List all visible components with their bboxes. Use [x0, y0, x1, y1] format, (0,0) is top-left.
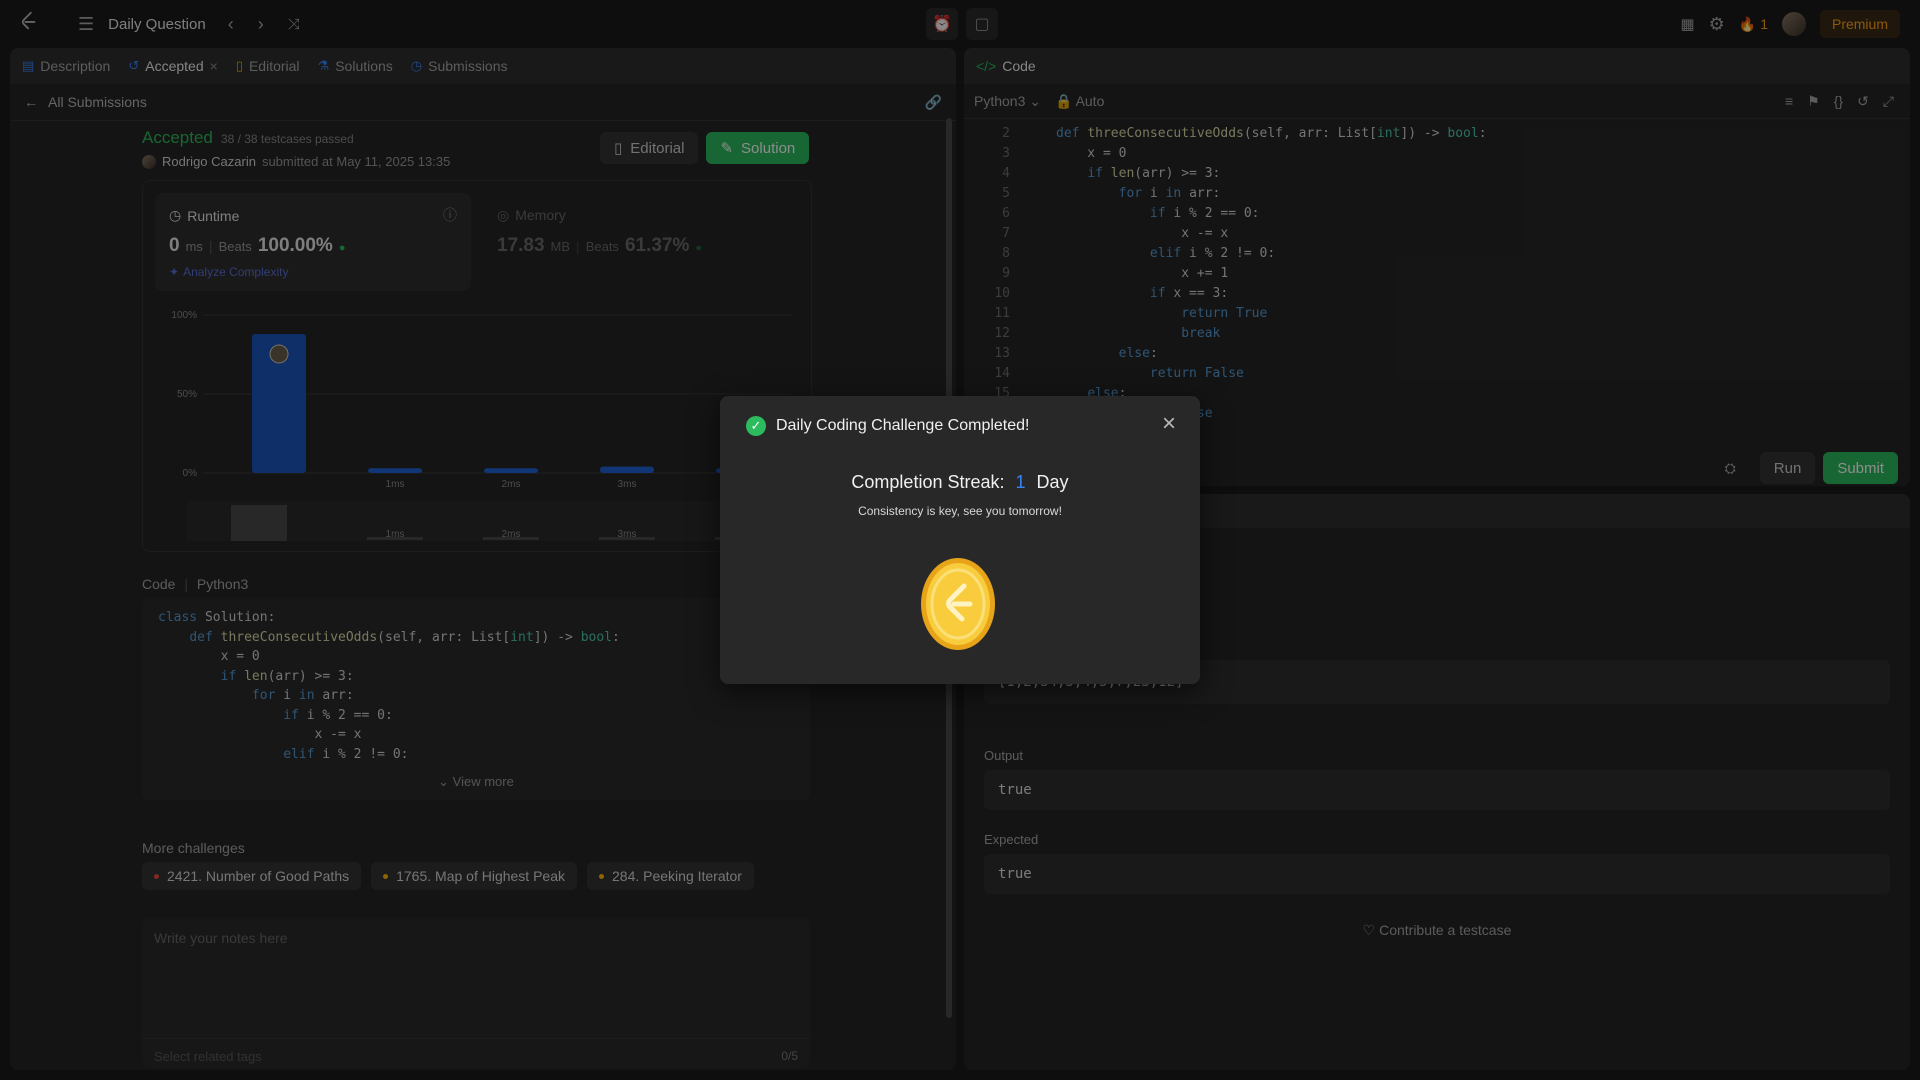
- close-icon[interactable]: ×: [1162, 410, 1176, 438]
- streak-unit: Day: [1036, 472, 1069, 492]
- check-circle-icon: ✓: [746, 416, 766, 436]
- gold-coin-icon: [921, 558, 995, 650]
- daily-challenge-modal: ✓ Daily Coding Challenge Completed! × Co…: [720, 396, 1200, 684]
- modal-title: Daily Coding Challenge Completed!: [776, 417, 1030, 434]
- streak-value: 1: [1015, 472, 1026, 492]
- streak-label: Completion Streak:: [851, 472, 1005, 492]
- modal-message: Consistency is key, see you tomorrow!: [858, 504, 1062, 518]
- modal-header: ✓ Daily Coding Challenge Completed!: [746, 416, 1029, 436]
- streak-line: Completion Streak: 1 Day: [720, 472, 1200, 493]
